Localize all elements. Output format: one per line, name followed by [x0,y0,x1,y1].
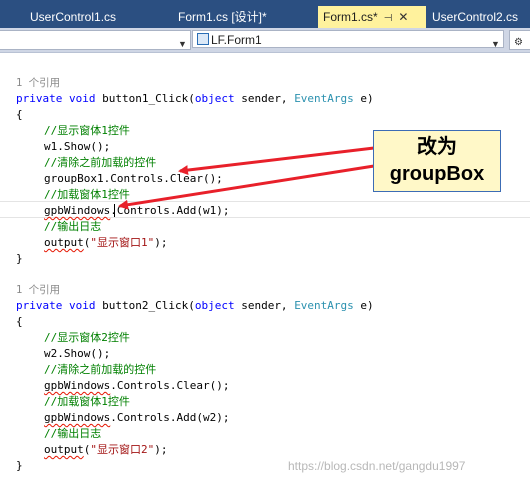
annotation-arrows [118,146,375,210]
annotation-callout: 改为 groupBox [373,130,501,192]
callout-line-2: groupBox [389,163,485,185]
watermark: https://blog.csdn.net/gangdu1997 [288,459,466,473]
callout-line-1: 改为 [417,136,457,158]
arrow-to-groupbox1 [178,146,375,176]
arrow-to-gpbwindows [118,164,375,210]
